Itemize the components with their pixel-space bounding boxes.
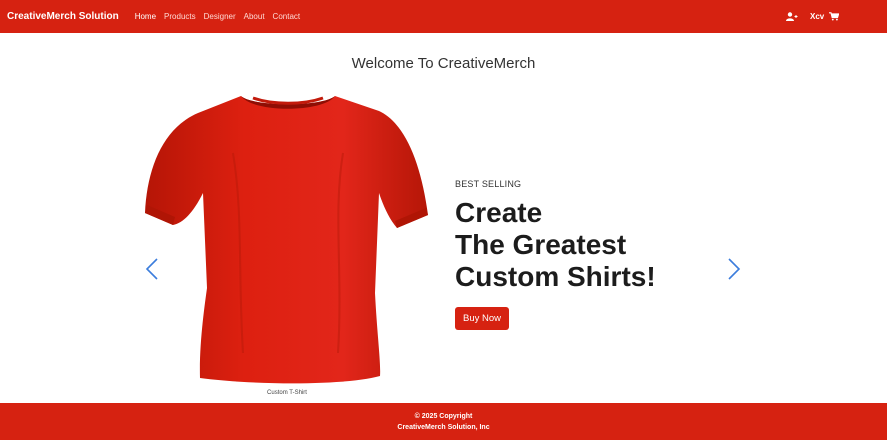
brand-logo[interactable]: CreativeMerch Solution bbox=[7, 11, 119, 22]
nav-right: Xcv bbox=[786, 0, 840, 33]
buy-now-button[interactable]: Buy Now bbox=[455, 307, 510, 330]
eyebrow-label: BEST SELLING bbox=[455, 179, 522, 189]
user-add-icon[interactable] bbox=[786, 12, 798, 21]
nav-link-designer[interactable]: Designer bbox=[204, 12, 236, 21]
top-navbar: CreativeMerch Solution Home Products Des… bbox=[0, 0, 887, 33]
nav-link-home[interactable]: Home bbox=[135, 12, 156, 21]
cart-icon[interactable] bbox=[829, 12, 840, 21]
headline-line: Create bbox=[455, 197, 543, 228]
hero-text: BEST SELLING Create The Greatest Custom … bbox=[455, 179, 715, 330]
image-caption: Custom T-Shirt bbox=[267, 390, 307, 396]
headline-line: Custom Shirts! bbox=[455, 261, 656, 292]
hero-headline: Create The Greatest Custom Shirts! bbox=[455, 197, 715, 293]
nav-link-contact[interactable]: Contact bbox=[273, 12, 301, 21]
copyright-text: © 2025 Copyright bbox=[414, 412, 473, 420]
nav-link-about[interactable]: About bbox=[244, 12, 265, 21]
main-nav: Home Products Designer About Contact bbox=[135, 12, 308, 21]
footer: © 2025 Copyright CreativeMerch Solution,… bbox=[0, 403, 887, 440]
headline-line: The Greatest bbox=[455, 229, 627, 260]
company-name: CreativeMerch Solution, Inc bbox=[397, 423, 490, 431]
welcome-heading: Welcome To CreativeMerch bbox=[351, 55, 536, 72]
hero-carousel: Custom T-Shirt BEST SELLING Create The G… bbox=[0, 88, 887, 403]
tshirt-image bbox=[145, 96, 428, 384]
chevron-right-icon[interactable] bbox=[727, 258, 741, 285]
user-name[interactable]: Xcv bbox=[810, 12, 824, 21]
chevron-left-icon[interactable] bbox=[145, 258, 159, 285]
nav-link-products[interactable]: Products bbox=[164, 12, 196, 21]
